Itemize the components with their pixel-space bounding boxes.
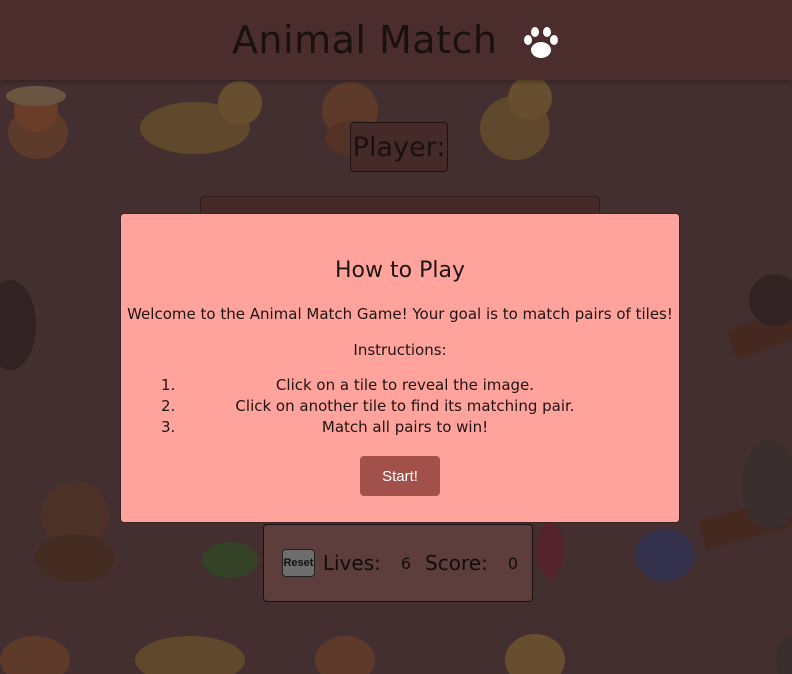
instruction-number: 3. <box>161 418 176 436</box>
instructions-heading: Instructions: <box>353 341 447 359</box>
instruction-number: 1. <box>161 376 176 394</box>
app-title: Animal Match <box>232 18 560 62</box>
instruction-text: Match all pairs to win! <box>321 418 489 436</box>
how-to-play-modal: How to Play Welcome to the Animal Match … <box>120 213 680 523</box>
lives-value: 6 <box>400 553 412 573</box>
instruction-number: 2. <box>161 397 176 415</box>
welcome-text: Welcome to the Animal Match Game! Your g… <box>127 305 673 323</box>
reset-button[interactable]: Reset <box>282 549 315 577</box>
instruction-item: 2. Click on another tile to find its mat… <box>161 396 679 417</box>
score-label: Score: <box>425 551 488 575</box>
instruction-item: 3. Match all pairs to win! <box>161 417 679 438</box>
score-value: 0 <box>507 553 518 573</box>
instruction-text: Click on a tile to reveal the image. <box>275 376 535 394</box>
status-bar: Reset Lives: 6 Score: 0 <box>263 524 533 602</box>
instruction-item: 1. Click on a tile to reveal the image. <box>161 375 679 396</box>
lives-label: Lives: <box>322 551 381 575</box>
app-header: Animal Match <box>0 0 792 80</box>
instructions-list: 1. Click on a tile to reveal the image. … <box>121 375 679 438</box>
paw-icon <box>524 26 559 58</box>
app-title-text: Animal Match <box>231 18 498 62</box>
modal-title: How to Play <box>335 258 465 283</box>
start-button[interactable]: Start! <box>360 456 440 496</box>
instruction-text: Click on another tile to find its matchi… <box>235 397 575 415</box>
